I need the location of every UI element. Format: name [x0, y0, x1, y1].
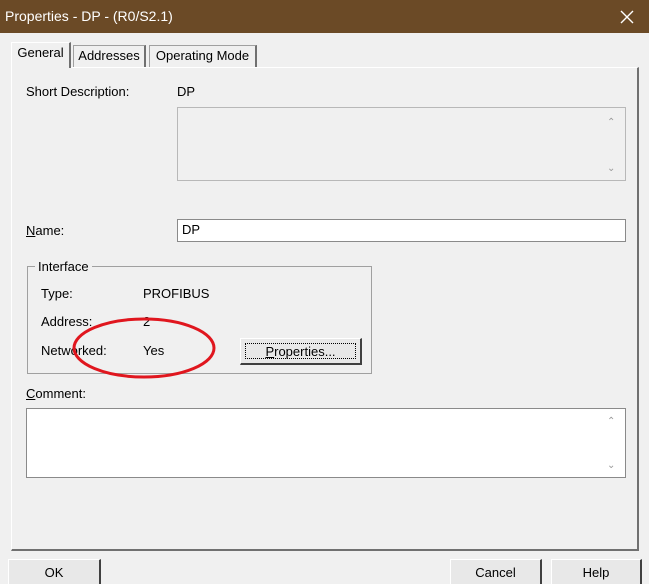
name-input[interactable]: DP	[177, 219, 626, 242]
tab-addresses[interactable]: Addresses	[73, 45, 146, 67]
name-label-text: ame:	[35, 223, 65, 238]
close-button[interactable]	[605, 0, 649, 33]
address-label: Address:	[41, 314, 93, 329]
networked-label: Networked:	[41, 343, 107, 358]
description-textarea[interactable]: ⌃ ⌄	[177, 107, 626, 181]
comment-label-accelerator: C	[26, 386, 36, 401]
networked-value: Yes	[143, 343, 165, 358]
cancel-button[interactable]: Cancel	[450, 559, 542, 584]
address-value: 2	[143, 314, 151, 329]
scroll-down-icon[interactable]: ⌄	[607, 164, 617, 174]
focus-rectangle	[245, 343, 356, 359]
tab-operating-mode[interactable]: Operating Mode	[149, 45, 257, 67]
ok-button[interactable]: OK	[8, 559, 101, 584]
short-description-value: DP	[177, 84, 196, 99]
name-label-accelerator: N	[26, 223, 36, 238]
interface-group-title: Interface	[35, 259, 92, 274]
type-label: Type:	[41, 286, 73, 301]
comment-scroll-down-icon[interactable]: ⌄	[607, 461, 617, 471]
comment-label: Comment:	[26, 386, 86, 401]
comment-textarea[interactable]: ⌃ ⌄	[26, 408, 626, 478]
type-value: PROFIBUS	[143, 286, 210, 301]
interface-properties-button[interactable]: Properties...	[240, 338, 362, 365]
title-bar: Properties - DP - (R0/S2.1)	[0, 0, 649, 33]
short-description-label: Short Description:	[26, 84, 130, 99]
name-label: Name:	[26, 223, 64, 238]
comment-label-text: omment:	[35, 386, 86, 401]
close-icon	[620, 10, 634, 23]
tab-general[interactable]: General	[11, 42, 71, 68]
help-button[interactable]: Help	[551, 559, 642, 584]
window-title: Properties - DP - (R0/S2.1)	[5, 8, 173, 24]
comment-scroll-up-icon[interactable]: ⌃	[607, 417, 617, 427]
scroll-up-icon[interactable]: ⌃	[607, 118, 617, 128]
